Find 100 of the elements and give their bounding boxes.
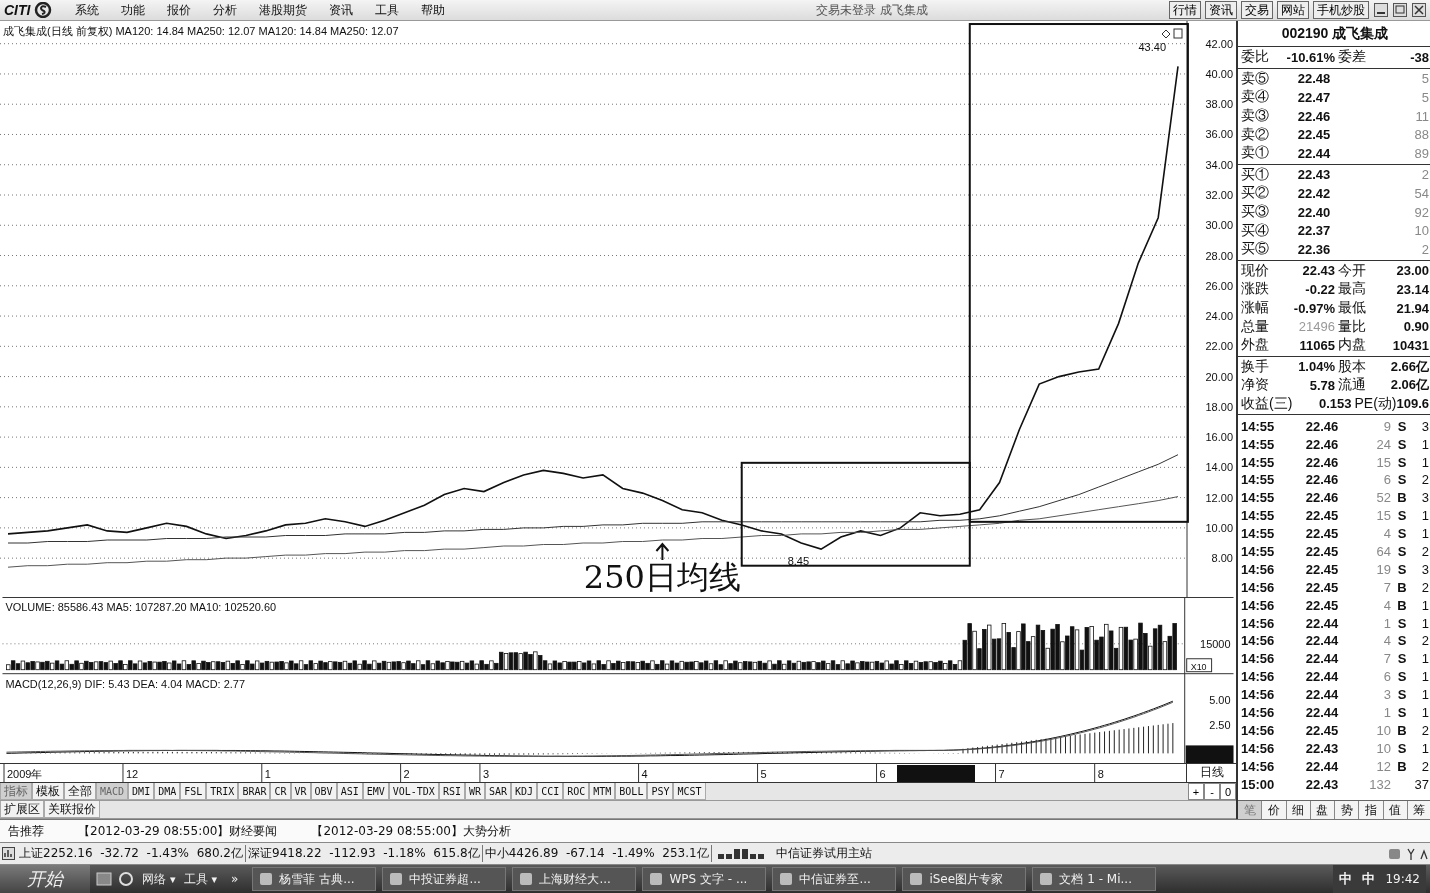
input-method[interactable]: 中 (1362, 870, 1376, 888)
trade-side: S (1396, 508, 1408, 524)
order-volume: 2 (1420, 167, 1429, 183)
caret-icon[interactable]: ▾ (170, 872, 176, 886)
indicator-tab[interactable]: MTM (589, 783, 616, 800)
app-icon (909, 872, 924, 886)
input-method[interactable]: 中 (1339, 870, 1353, 888)
trade-price: 22.44 (1304, 758, 1340, 774)
indicator-tab[interactable]: 模板 (32, 783, 64, 800)
nav-button[interactable]: 网站 (1277, 1, 1309, 19)
quote-value: 2.66亿 (1389, 357, 1429, 376)
start-button[interactable]: 开始 (0, 865, 90, 893)
indicator-tab[interactable]: SAR (485, 783, 512, 800)
quote-tab[interactable]: 值 (1383, 801, 1408, 819)
stock-name: 002190 成飞集成 (1238, 21, 1430, 47)
quote-value: 0.90 (1402, 319, 1429, 335)
indicator-tab[interactable]: KDJ (511, 783, 538, 800)
toolbar-menu[interactable]: 工具 (181, 870, 210, 888)
zoom-button[interactable]: - (1204, 783, 1220, 800)
menu-item[interactable]: 功能 (112, 1, 155, 19)
order-level: 买⑤ (1241, 240, 1269, 259)
menu-item[interactable]: 报价 (158, 1, 201, 19)
indicator-tab[interactable]: FSL (180, 783, 207, 800)
window-icon[interactable] (1173, 28, 1183, 39)
diamond-icon[interactable] (1161, 29, 1171, 39)
menu-item[interactable]: 帮助 (412, 1, 455, 19)
quote-label: 流通 (1338, 376, 1366, 395)
indicator-tab[interactable]: MACD (96, 783, 129, 800)
minimize-icon[interactable] (1374, 3, 1388, 17)
indicator-tab[interactable]: BRAR (238, 783, 271, 800)
trade-volume: 1 (1382, 704, 1391, 720)
more-button[interactable]: » (223, 872, 247, 886)
axis-label: 30.00 (1205, 219, 1233, 232)
menu-item[interactable]: 资讯 (320, 1, 363, 19)
quote-value: 1.04% (1297, 359, 1336, 375)
indicator-tab[interactable]: OBV (310, 783, 337, 800)
trade-volume: 15 (1375, 454, 1391, 470)
indicator-tab[interactable]: BOLL (615, 783, 648, 800)
taskbar-item[interactable]: 杨雪菲 古典... (252, 867, 377, 891)
indicator-tab[interactable]: DMA (154, 783, 181, 800)
indicator-tab[interactable]: CCI (537, 783, 564, 800)
toolbar-menu[interactable]: 网络 (140, 870, 168, 888)
trade-time: 14:55 (1241, 543, 1276, 559)
trade-side: S (1396, 669, 1408, 685)
caret-icon[interactable]: ▾ (211, 872, 218, 886)
menu-item[interactable]: 工具 (366, 1, 409, 19)
news-link[interactable]: 【2012-03-29 08:55:00】财经要闻 (78, 822, 278, 840)
indicator-tab[interactable]: PSY (647, 783, 674, 800)
indicator-tab[interactable]: ROC (563, 783, 590, 800)
quote-value: -38 (1409, 49, 1429, 65)
quote-tab[interactable]: 价 (1262, 801, 1287, 819)
taskbar-item[interactable]: iSee图片专家 (902, 867, 1027, 891)
indicator-tab[interactable]: VOL-TDX (388, 783, 439, 800)
indicator-tab[interactable]: TRIX (206, 783, 239, 800)
quote-tab[interactable]: 势 (1335, 801, 1360, 819)
indicator-tab[interactable]: 全部 (64, 783, 96, 800)
nav-button[interactable]: 资讯 (1205, 1, 1237, 19)
nav-button[interactable]: 手机炒股 (1313, 1, 1369, 19)
zoom-button[interactable]: + (1188, 783, 1204, 800)
maximize-icon[interactable] (1393, 3, 1407, 17)
quote-value: 5.78 (1308, 377, 1336, 393)
indicator-tab[interactable]: EMV (362, 783, 389, 800)
indicator-tab[interactable]: DMI (128, 783, 155, 800)
trade-price: 22.45 (1304, 579, 1340, 595)
taskbar-item[interactable]: WPS 文字 - ... (642, 867, 767, 891)
menu-item[interactable]: 系统 (66, 1, 109, 19)
order-price: 22.45 (1296, 127, 1332, 143)
quote-tab[interactable]: 筹 (1407, 801, 1430, 819)
indicator-tab[interactable]: 指标 (0, 783, 32, 800)
quote-label: 收益(三) (1241, 395, 1293, 413)
trade-count: 1 (1420, 597, 1429, 613)
taskbar-item[interactable]: 上海财经大... (512, 867, 637, 891)
trade-price: 22.45 (1304, 526, 1340, 542)
nav-button[interactable]: 行情 (1169, 1, 1201, 19)
news-link[interactable]: 告推荐 (8, 822, 44, 840)
taskbar-item[interactable]: 文档 1 - Mi... (1032, 867, 1157, 891)
indicator-tab[interactable]: MCST (673, 783, 706, 800)
menu-item[interactable]: 分析 (204, 1, 247, 19)
quote-tab[interactable]: 指 (1359, 801, 1384, 819)
indicator-tab[interactable]: ASI (336, 783, 363, 800)
indicator-tab[interactable]: CR (270, 783, 291, 800)
indicator-tab[interactable]: RSI (438, 783, 465, 800)
menu-item[interactable]: 港股期货 (250, 1, 317, 19)
quote-label: 净资 (1241, 376, 1269, 395)
panel-tab[interactable]: 扩展区 (0, 801, 44, 818)
quote-tab[interactable]: 细 (1286, 801, 1311, 819)
panel-tab[interactable]: 关联报价 (44, 801, 100, 818)
taskbar-item[interactable]: 中信证券至... (772, 867, 897, 891)
quote-tab[interactable]: 盘 (1310, 801, 1335, 819)
order-price: 22.43 (1296, 167, 1332, 183)
zoom-button[interactable]: 0 (1220, 783, 1236, 800)
desktop-icon[interactable] (96, 871, 112, 887)
quote-label: 换手 (1241, 357, 1269, 376)
close-icon[interactable] (1412, 3, 1426, 17)
order-level: 买③ (1241, 203, 1269, 222)
trade-volume: 6 (1382, 472, 1391, 488)
taskbar-item[interactable]: 中投证券超... (382, 867, 507, 891)
browser-icon[interactable] (118, 871, 134, 887)
news-link[interactable]: 【2012-03-29 08:55:00】大势分析 (311, 822, 511, 840)
nav-button[interactable]: 交易 (1241, 1, 1273, 19)
